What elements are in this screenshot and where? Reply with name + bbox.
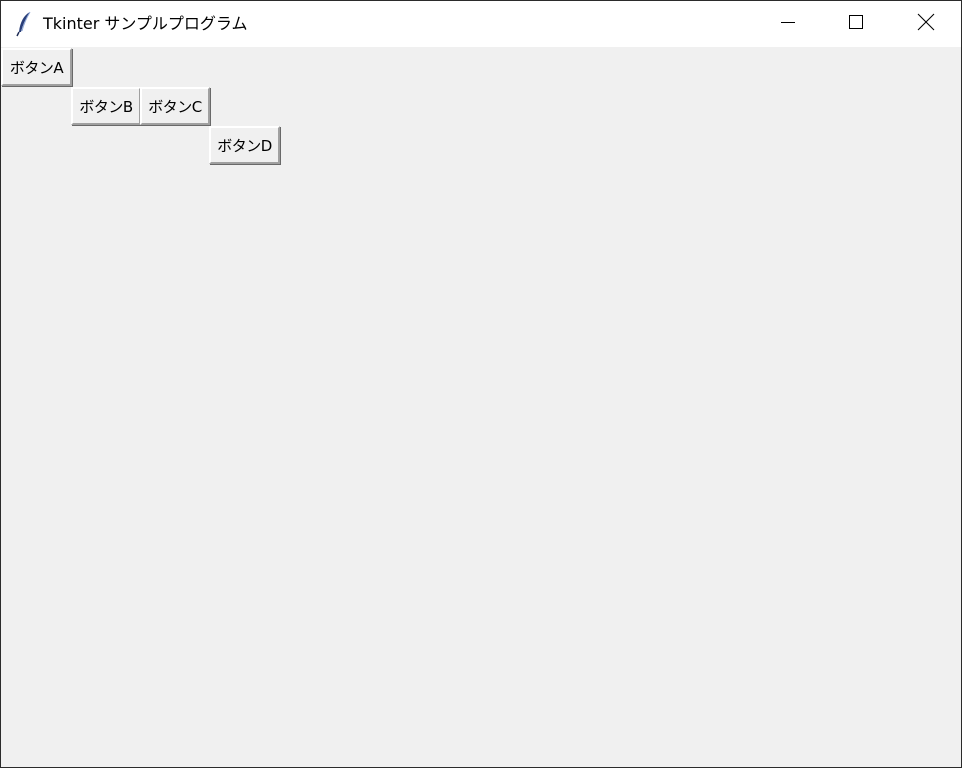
client-area: ボタンA ボタンB ボタンC ボタンD: [1, 47, 961, 767]
maximize-icon: [848, 14, 864, 34]
tk-feather-icon: [15, 11, 35, 37]
maximize-button[interactable]: [821, 1, 891, 47]
close-button[interactable]: [891, 1, 961, 47]
window-title: Tkinter サンプルプログラム: [43, 14, 248, 33]
button-d[interactable]: ボタンD: [209, 126, 280, 164]
button-a[interactable]: ボタンA: [1, 48, 72, 86]
minimize-button[interactable]: [753, 1, 823, 47]
app-window: Tkinter サンプルプログラム ボタンA ボタンB ボタンC ボタンD: [0, 0, 962, 768]
title-bar[interactable]: Tkinter サンプルプログラム: [1, 1, 961, 47]
button-c[interactable]: ボタンC: [140, 87, 210, 125]
button-b[interactable]: ボタンB: [71, 87, 141, 125]
close-icon: [917, 13, 935, 35]
minimize-icon: [780, 14, 796, 34]
